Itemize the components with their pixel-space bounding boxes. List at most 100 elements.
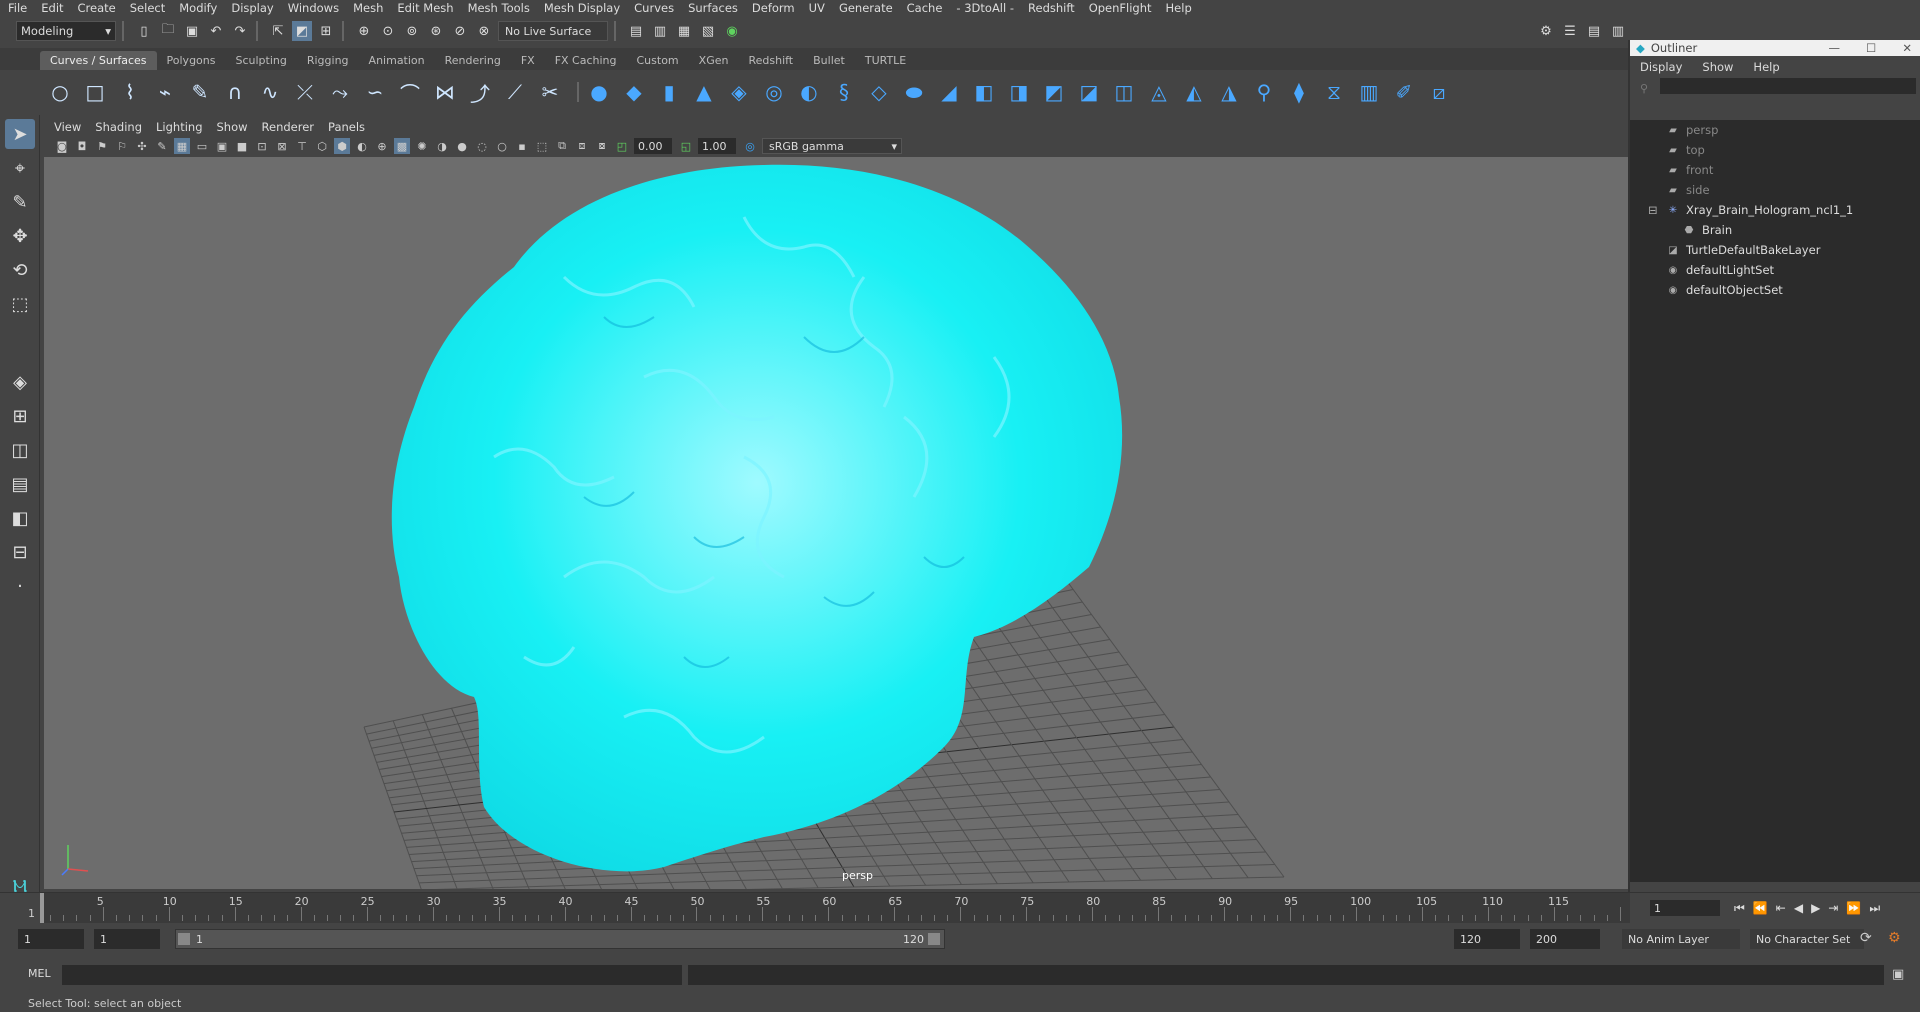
resolution-gate-icon[interactable]: ▣ <box>214 138 230 154</box>
select-object-icon[interactable]: ◩ <box>292 21 312 41</box>
field-chart-icon[interactable]: ⊡ <box>254 138 270 154</box>
outliner-item[interactable]: ▰ side <box>1630 180 1920 200</box>
graph-layout-icon[interactable]: ◧ <box>5 503 35 533</box>
time-slider[interactable]: 5 10 15 20 25 30 35 40 45 50 55 60 65 70 75 80 85 90 95 100… <box>0 892 1920 923</box>
shelf-tab-redshift[interactable]: Redshift <box>738 51 803 70</box>
offset-curve-icon[interactable]: ⟋ <box>501 78 529 106</box>
loft-icon[interactable]: § <box>830 78 858 106</box>
undo-icon[interactable]: ↶ <box>206 21 226 41</box>
grease-pencil-icon[interactable]: ✎ <box>154 138 170 154</box>
outliner-layout-icon[interactable]: ▤ <box>5 469 35 499</box>
menu-help[interactable]: Help <box>1166 1 1192 15</box>
hypershade-layout-icon[interactable]: ⊟ <box>5 537 35 567</box>
revolve-icon[interactable]: ◐ <box>795 78 823 106</box>
script-editor-icon[interactable]: ▣ <box>1892 967 1904 982</box>
menu-3dtoall[interactable]: - 3DtoAll - <box>956 1 1014 15</box>
outliner-item[interactable]: ▰ front <box>1630 160 1920 180</box>
play-backward-icon[interactable]: ◀ <box>1794 901 1803 915</box>
hypershade-icon[interactable]: ◉ <box>722 21 742 41</box>
align-icon[interactable]: ⧖ <box>1320 78 1348 106</box>
snap-live-icon[interactable]: ⊗ <box>474 21 494 41</box>
image-plane-icon[interactable]: ⚐ <box>114 138 130 154</box>
four-view-layout-icon[interactable]: ⊞ <box>5 401 35 431</box>
menu-create[interactable]: Create <box>78 1 116 15</box>
outliner-item[interactable]: ▰ top <box>1630 140 1920 160</box>
menu-mesh-display[interactable]: Mesh Display <box>544 1 620 15</box>
channel-box-icon[interactable]: ▥ <box>1608 21 1628 41</box>
step-back-icon[interactable]: ⏪ <box>1753 901 1768 915</box>
menu-modify[interactable]: Modify <box>179 1 217 15</box>
new-scene-icon[interactable]: ▯ <box>134 21 154 41</box>
script-language-toggle[interactable]: MEL <box>28 967 51 980</box>
bevel-plus-icon[interactable]: ◩ <box>1040 78 1068 106</box>
default-material-icon[interactable]: ◐ <box>354 138 370 154</box>
menu-select[interactable]: Select <box>130 1 165 15</box>
stitch-icon[interactable]: ◮ <box>1215 78 1243 106</box>
rebuild-curve-icon[interactable]: ∽ <box>361 78 389 106</box>
xray-icon[interactable]: ⧉ <box>554 138 570 154</box>
motion-blur-icon[interactable]: ◌ <box>474 138 490 154</box>
nurbs-cone-icon[interactable]: ▲ <box>690 78 718 106</box>
ipr-render-icon[interactable]: ▦ <box>674 21 694 41</box>
menu-generate[interactable]: Generate <box>839 1 893 15</box>
extend-curve-icon[interactable]: ⤴ <box>466 78 494 106</box>
playback-end-field[interactable]: 120 <box>1454 929 1520 949</box>
camera-attr-icon[interactable]: ◘ <box>74 138 90 154</box>
wireframe-on-shaded-icon[interactable]: ⊕ <box>374 138 390 154</box>
menu-file[interactable]: File <box>8 1 27 15</box>
nurbs-square-icon[interactable]: □ <box>81 78 109 106</box>
boundary-icon[interactable]: ◧ <box>970 78 998 106</box>
step-forward-icon[interactable]: ⏩ <box>1846 901 1861 915</box>
planar-icon[interactable]: ◇ <box>865 78 893 106</box>
grid-icon[interactable]: ▦ <box>174 138 190 154</box>
gate-mask-icon[interactable]: ■ <box>234 138 250 154</box>
bezier-icon[interactable]: ∿ <box>256 78 284 106</box>
isolate-select-icon[interactable]: ⬚ <box>534 138 550 154</box>
single-view-layout-icon[interactable]: ◈ <box>5 367 35 397</box>
select-hierarchy-icon[interactable]: ⇱ <box>268 21 288 41</box>
menu-edit-mesh[interactable]: Edit Mesh <box>397 1 453 15</box>
view-transform-dropdown[interactable]: sRGB gamma ▾ <box>762 138 902 154</box>
wireframe-icon[interactable]: ⬡ <box>314 138 330 154</box>
attribute-editor-icon[interactable]: ☰ <box>1560 21 1580 41</box>
ambient-occlusion-icon[interactable]: ● <box>454 138 470 154</box>
range-slider[interactable]: 1 120 <box>175 929 945 949</box>
exposure-icon[interactable]: ◰ <box>614 138 630 154</box>
anim-prefs-icon[interactable]: ⚙ <box>1888 930 1901 946</box>
render-settings-icon[interactable]: ▧ <box>698 21 718 41</box>
depth-of-field-icon[interactable]: ▪ <box>514 138 530 154</box>
nurbs-torus-icon[interactable]: ◎ <box>760 78 788 106</box>
live-surface-field[interactable]: No Live Surface <box>498 21 608 41</box>
rotate-tool-icon[interactable]: ⟲ <box>5 255 35 285</box>
character-set-dropdown[interactable]: No Character Set <box>1750 929 1864 949</box>
shelf-tab-turtle[interactable]: TURTLE <box>855 51 916 70</box>
menu-uv[interactable]: UV <box>809 1 825 15</box>
shadows-icon[interactable]: ◑ <box>434 138 450 154</box>
outliner-menu-show[interactable]: Show <box>1702 60 1733 74</box>
current-frame-field[interactable]: 1 <box>1650 900 1720 916</box>
outliner-item[interactable]: ◉ defaultLightSet <box>1630 260 1920 280</box>
step-forward-key-icon[interactable]: ⇥ <box>1828 901 1838 915</box>
workspace-icon[interactable]: ⚙ <box>1536 21 1556 41</box>
menu-display[interactable]: Display <box>231 1 273 15</box>
go-to-start-icon[interactable]: ⏮ <box>1734 901 1745 916</box>
shelf-tab-fx[interactable]: FX <box>511 51 545 70</box>
menu-mesh-tools[interactable]: Mesh Tools <box>468 1 530 15</box>
menu-windows[interactable]: Windows <box>288 1 339 15</box>
pencil-curve-icon[interactable]: ✎ <box>186 78 214 106</box>
viewport-menu-lighting[interactable]: Lighting <box>156 120 202 134</box>
menu-curves[interactable]: Curves <box>634 1 674 15</box>
color-management-icon[interactable]: ◎ <box>742 138 758 154</box>
outliner-item[interactable]: ⊟ ✳ Xray_Brain_Hologram_ncl1_1 <box>1630 200 1920 220</box>
nurbs-circle-icon[interactable]: ○ <box>46 78 74 106</box>
play-forward-icon[interactable]: ▶ <box>1811 901 1820 915</box>
intersect-icon[interactable]: ◭ <box>1180 78 1208 106</box>
anim-layer-dropdown[interactable]: No Anim Layer <box>1622 929 1740 949</box>
auto-key-icon[interactable]: ⟳ <box>1860 930 1872 946</box>
close-icon[interactable]: ✕ <box>1902 41 1912 55</box>
nurbs-sphere-icon[interactable]: ● <box>585 78 613 106</box>
arc-icon[interactable]: ∩ <box>221 78 249 106</box>
side-by-side-layout-icon[interactable]: ◫ <box>5 435 35 465</box>
menu-deform[interactable]: Deform <box>752 1 795 15</box>
extrude-icon[interactable]: ⬬ <box>900 78 928 106</box>
